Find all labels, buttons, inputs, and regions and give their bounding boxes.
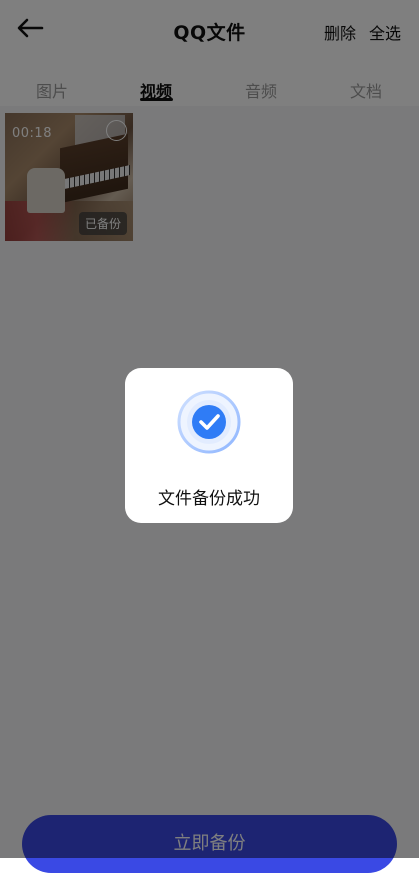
toast-message: 文件备份成功 <box>158 489 260 509</box>
success-toast: 文件备份成功 <box>125 368 293 523</box>
check-circle-icon <box>175 388 243 456</box>
